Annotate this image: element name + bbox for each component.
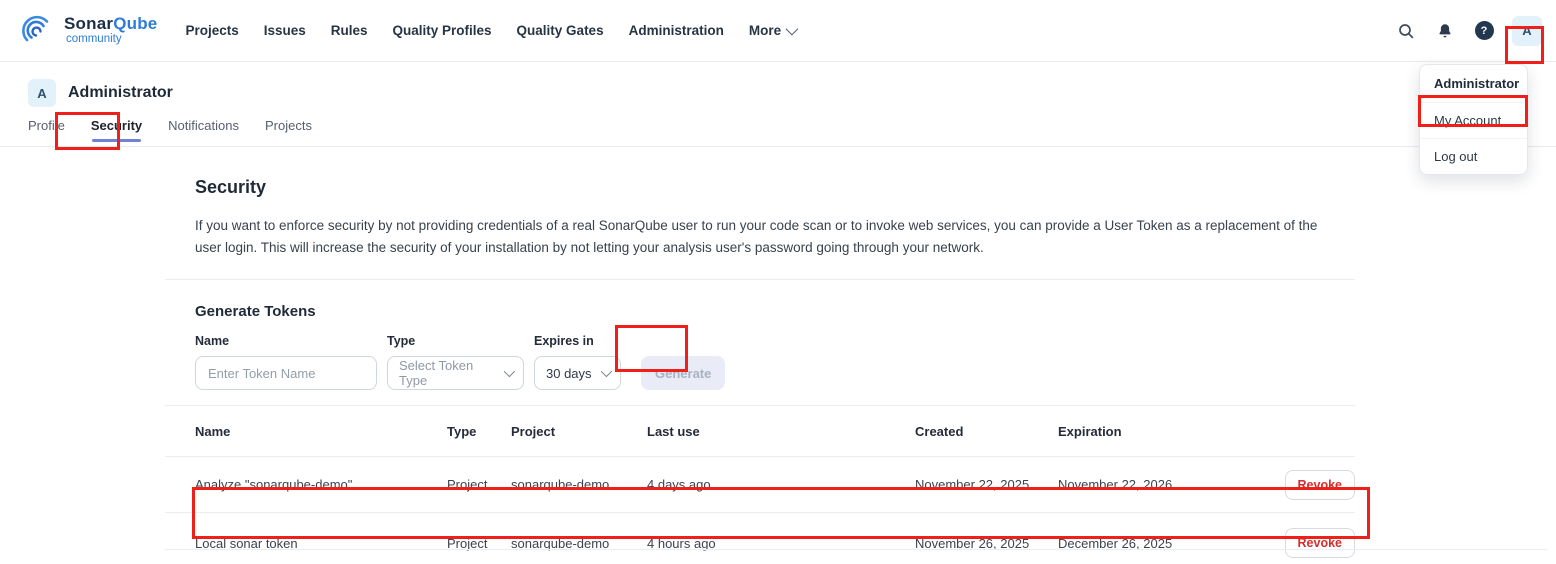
security-description: If you want to enforce security by not p… (195, 218, 1318, 255)
tab-projects[interactable]: Projects (265, 118, 312, 137)
help-glyph: ? (1474, 21, 1494, 40)
token-type-label: Type (387, 334, 416, 348)
table-row: Analyze "sonarqube-demo" Project sonarqu… (165, 457, 1355, 513)
topbar-actions: ? A (1395, 15, 1556, 46)
account-identity: A Administrator (28, 79, 173, 107)
token-last-use-cell: 4 days ago (647, 477, 711, 492)
logo-qube-text: Qube (113, 14, 158, 34)
revoke-button[interactable]: Revoke (1284, 469, 1355, 500)
user-dropdown-menu: Administrator My Account Log out (1419, 64, 1528, 175)
tokens-table-header: Name Type Project Last use Created Expir… (165, 406, 1355, 457)
sonarqube-logo[interactable]: SonarQube community (22, 11, 157, 50)
token-name-cell: Analyze "sonarqube-demo" (195, 477, 353, 492)
section-divider (165, 279, 1355, 280)
token-expiration-cell: November 22, 2026 (1058, 477, 1173, 492)
nav-item-projects[interactable]: Projects (185, 23, 238, 38)
column-header-name: Name (195, 423, 231, 439)
logo-sonar-text: Sonar (64, 14, 114, 34)
revoke-button[interactable]: Revoke (1284, 528, 1355, 558)
column-header-created: Created (915, 423, 964, 439)
tab-profile[interactable]: Profile (28, 118, 65, 137)
token-expires-value: 30 days (546, 365, 592, 381)
menu-item-my-account[interactable]: My Account (1420, 103, 1527, 138)
nav-item-quality-profiles[interactable]: Quality Profiles (393, 23, 492, 38)
column-header-project: Project (511, 423, 556, 439)
chevron-down-icon (785, 22, 799, 36)
top-navbar: SonarQube community Projects Issues Rule… (0, 0, 1556, 62)
help-icon[interactable]: ? (1473, 20, 1495, 42)
token-created-cell: November 22, 2025 (915, 477, 1030, 492)
nav-more-label: More (748, 23, 782, 38)
security-heading: Security (195, 177, 267, 197)
account-avatar: A (28, 79, 56, 107)
sonarqube-swirl-icon (22, 11, 58, 50)
generate-token-form: Name Type Select Token Type Expires in 3… (195, 334, 1355, 390)
token-type-select[interactable]: Select Token Type (387, 356, 524, 390)
nav-item-issues[interactable]: Issues (264, 23, 306, 38)
generate-button[interactable]: Generate (641, 356, 726, 390)
token-type-cell: Project (447, 477, 488, 492)
token-name-label: Name (195, 334, 230, 348)
nav-item-quality-gates[interactable]: Quality Gates (517, 23, 604, 38)
content-bottom-divider (165, 549, 1547, 550)
tab-security[interactable]: Security (91, 118, 142, 142)
tab-notifications[interactable]: Notifications (168, 118, 239, 137)
user-dropdown-username: Administrator (1420, 65, 1527, 103)
token-type-value: Select Token Type (399, 358, 474, 388)
nav-item-more[interactable]: More (748, 22, 799, 38)
notifications-bell-icon[interactable] (1434, 20, 1456, 42)
nav-item-rules[interactable]: Rules (331, 23, 368, 38)
page-title: Administrator (68, 84, 173, 101)
search-icon[interactable] (1395, 20, 1417, 42)
token-expires-label: Expires in (534, 334, 594, 348)
column-header-type: Type (447, 423, 477, 439)
main-navigation: Projects Issues Rules Quality Profiles Q… (185, 22, 799, 38)
logo-edition-text: community (66, 33, 122, 46)
chevron-down-icon (600, 365, 613, 378)
nav-item-administration[interactable]: Administration (629, 23, 724, 38)
column-header-expiration: Expiration (1058, 423, 1122, 439)
column-header-last-use: Last use (647, 423, 700, 439)
token-name-input[interactable] (195, 356, 377, 390)
token-project-cell: sonarqube-demo (511, 477, 610, 492)
table-row: Local sonar token Project sonarqube-demo… (165, 513, 1355, 564)
logo-wordmark: SonarQube community (64, 15, 157, 46)
generate-tokens-heading: Generate Tokens (195, 303, 316, 320)
token-expires-select[interactable]: 30 days (534, 356, 621, 390)
menu-item-log-out[interactable]: Log out (1420, 138, 1527, 174)
account-page-header: A Administrator Profile Security Notific… (0, 62, 1556, 147)
user-avatar-button[interactable]: A (1512, 15, 1542, 46)
chevron-down-icon (503, 365, 516, 378)
security-page-content: Security If you want to enforce security… (165, 147, 1355, 564)
account-tabs: Profile Security Notifications Projects (28, 118, 312, 142)
